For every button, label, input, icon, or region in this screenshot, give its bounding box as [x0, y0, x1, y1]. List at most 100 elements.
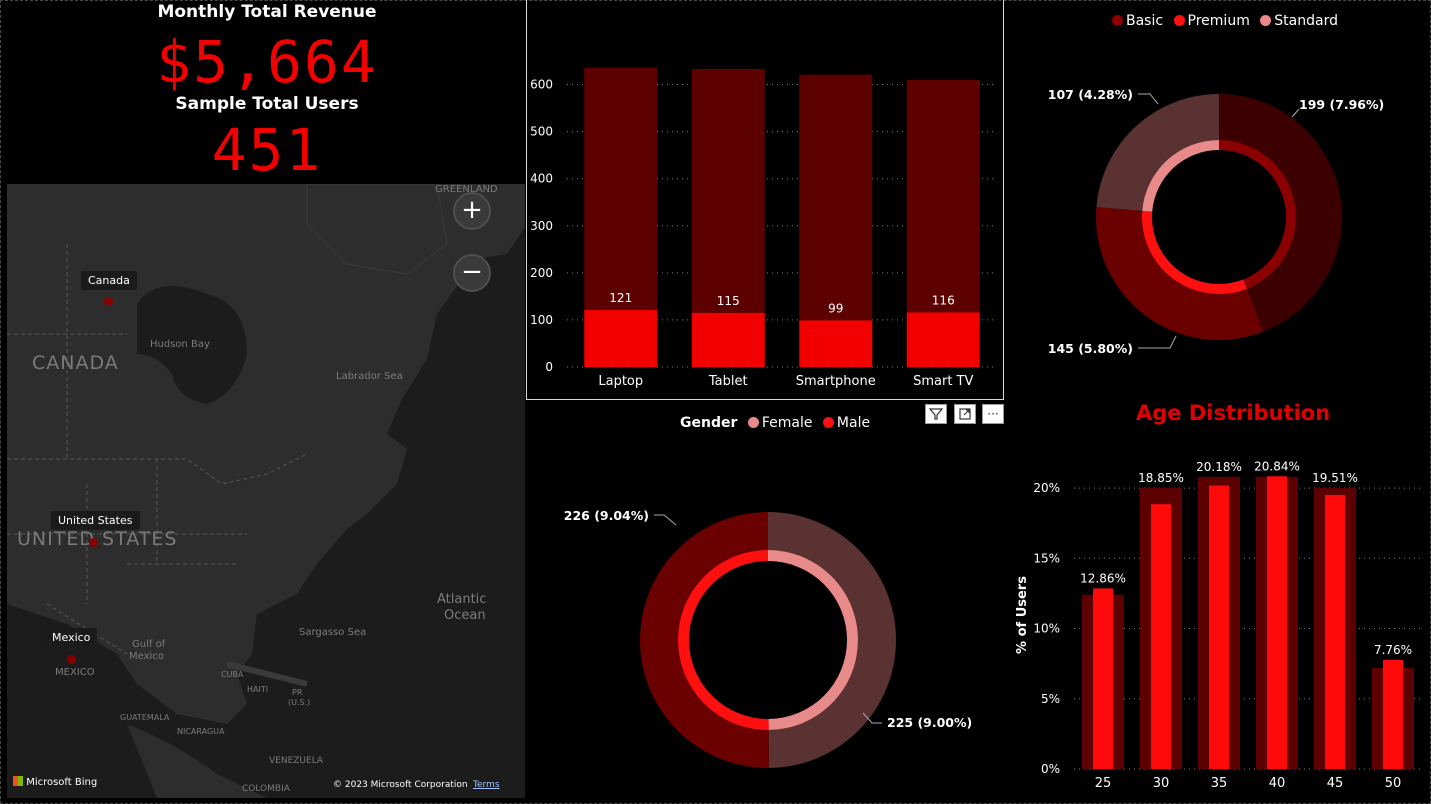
- gender-donut-chart[interactable]: 225 (9.00%) 226 (9.04%): [530, 450, 1010, 790]
- data-label-smartphone: 99: [828, 301, 843, 315]
- x-tick-label: Smartphone: [796, 374, 876, 389]
- age-chart-title: Age Distribution: [1136, 401, 1331, 425]
- device-bar-chart: 0 100 200 300 400 500 600 121 Laptop 115 Tablet 99 S…: [530, 67, 997, 389]
- x-tick-label: 45: [1327, 776, 1344, 790]
- users-value: 451: [211, 116, 323, 184]
- y-tick-label: 200: [530, 266, 553, 280]
- atlantic-text: Atlantic: [437, 592, 487, 607]
- legend-dot-premium: [1173, 15, 1185, 26]
- bar-total-smart-tv[interactable]: [906, 79, 980, 313]
- map-marker-mexico[interactable]: [67, 655, 76, 664]
- map-marker-united-states[interactable]: [89, 538, 98, 547]
- bar-total-tablet[interactable]: [691, 69, 765, 313]
- x-tick-label: 35: [1211, 776, 1228, 790]
- data-label-25: 12.86%: [1080, 571, 1126, 585]
- y-tick-label: 10%: [1033, 622, 1060, 636]
- bar-total-laptop[interactable]: [584, 67, 658, 311]
- bar-value-smart-tv[interactable]: [906, 312, 980, 367]
- map-label-canada[interactable]: Canada: [81, 271, 137, 290]
- bing-logo: Microsoft Bing: [13, 776, 97, 788]
- gulf-text-1: Gulf of: [132, 639, 166, 650]
- zoom-out-button[interactable]: −: [453, 254, 491, 292]
- gender-data-label-1: 226 (9.04%): [564, 508, 649, 523]
- bar-value-30[interactable]: [1151, 504, 1171, 769]
- legend-item-basic[interactable]: Basic: [1106, 13, 1163, 29]
- bar-value-45[interactable]: [1325, 494, 1345, 769]
- map-marker-canada[interactable]: [104, 297, 113, 306]
- map-visual[interactable]: GREENLAND CANADA UNITED STATES MEXICO Hu…: [7, 184, 525, 798]
- venezuela-text: VENEZUELA: [269, 756, 324, 766]
- bar-value-laptop[interactable]: [584, 310, 658, 367]
- zoom-in-button[interactable]: +: [453, 192, 491, 230]
- focus-mode-icon[interactable]: [954, 404, 976, 424]
- labrador-sea-text: Labrador Sea: [336, 371, 403, 382]
- revenue-title: Monthly Total Revenue: [157, 2, 377, 22]
- x-tick-label: Tablet: [708, 374, 748, 389]
- haiti-text: HAITI: [247, 685, 269, 694]
- y-tick-label: 5%: [1041, 692, 1060, 706]
- map-label-mexico[interactable]: Mexico: [45, 628, 98, 647]
- subscription-data-label-1: 145 (5.80%): [1048, 341, 1133, 356]
- bar-value-35[interactable]: [1209, 485, 1229, 769]
- legend-dot-female: [747, 417, 759, 428]
- subscription-data-label-0: 199 (7.96%): [1299, 97, 1384, 112]
- legend-item-female[interactable]: Female: [742, 415, 812, 431]
- more-options-icon[interactable]: ···: [982, 404, 1004, 424]
- gender-outer-slice-1[interactable]: [639, 512, 769, 768]
- map-label-united-states[interactable]: United States: [51, 511, 140, 530]
- subscription-leader-line-0: [1291, 108, 1300, 118]
- y-tick-label: 0: [545, 360, 553, 374]
- filter-icon[interactable]: [925, 404, 947, 424]
- x-tick-label: Laptop: [598, 374, 643, 389]
- terms-link[interactable]: Terms: [473, 780, 500, 790]
- data-label-35: 20.18%: [1196, 460, 1242, 474]
- subscription-donut-chart[interactable]: 199 (7.96%) 145 (5.80%) 107 (4.28%): [1010, 60, 1430, 380]
- nicaragua-text: NICARAGUA: [177, 727, 225, 736]
- canada-region-text: CANADA: [32, 352, 119, 374]
- x-tick-label: Smart TV: [913, 374, 973, 389]
- subscription-leader-line-2: [1138, 93, 1159, 105]
- bar-value-smartphone[interactable]: [799, 320, 873, 367]
- pr-text: PR: [292, 688, 303, 697]
- y-tick-label: 100: [530, 313, 553, 327]
- subscription-leader-line-1: [1138, 335, 1177, 349]
- legend-item-male[interactable]: Male: [817, 415, 870, 431]
- x-tick-label: 50: [1385, 776, 1402, 790]
- windows-logo-icon: [13, 776, 23, 786]
- pr-us-text: (U.S.): [288, 698, 311, 707]
- device-chart-panel[interactable]: 0 100 200 300 400 500 600 121 Laptop 115 Tablet 99 S…: [526, 0, 1004, 400]
- data-label-45: 19.51%: [1312, 471, 1358, 485]
- y-tick-label: 20%: [1033, 481, 1060, 495]
- bar-total-smartphone[interactable]: [799, 74, 873, 321]
- y-tick-label: 600: [530, 78, 553, 92]
- revenue-value: $5,664: [156, 28, 378, 96]
- data-label-smart-tv: 116: [932, 293, 955, 307]
- legend-dot-basic: [1112, 15, 1123, 26]
- legend-item-standard[interactable]: Standard: [1254, 13, 1338, 29]
- age-bar-chart[interactable]: 0% 5% 10% 15% 20% % of Users 12.86% 25 18.85% 30 2…: [1008, 440, 1428, 790]
- y-tick-label: 500: [530, 125, 553, 139]
- bar-value-tablet[interactable]: [691, 312, 765, 367]
- mexico-region-text: MEXICO: [55, 667, 95, 678]
- subscription-legend: Basic Premium Standard: [1106, 13, 1338, 29]
- hudson-bay-text: Hudson Bay: [150, 339, 210, 350]
- bar-value-50[interactable]: [1383, 659, 1403, 769]
- bar-value-40[interactable]: [1267, 476, 1287, 769]
- gender-leader-line-1: [654, 514, 677, 526]
- x-tick-label: 40: [1269, 776, 1286, 790]
- legend-item-premium[interactable]: Premium: [1168, 13, 1250, 29]
- data-label-40: 20.84%: [1254, 459, 1300, 473]
- data-label-tablet: 115: [717, 294, 740, 308]
- data-label-50: 7.76%: [1374, 643, 1412, 657]
- colombia-text: COLOMBIA: [242, 784, 290, 794]
- gender-outer-slice-0[interactable]: [768, 512, 896, 768]
- guatemala-text: GUATEMALA: [120, 713, 170, 722]
- x-tick-label: 30: [1153, 776, 1170, 790]
- legend-dot-male: [822, 417, 834, 428]
- ocean-text: Ocean: [444, 608, 486, 623]
- bar-value-25[interactable]: [1093, 588, 1113, 769]
- legend-dot-standard: [1260, 15, 1272, 26]
- y-tick-label: 0%: [1041, 762, 1060, 776]
- y-tick-label: 400: [530, 172, 553, 186]
- y-axis-label: % of Users: [1015, 576, 1030, 654]
